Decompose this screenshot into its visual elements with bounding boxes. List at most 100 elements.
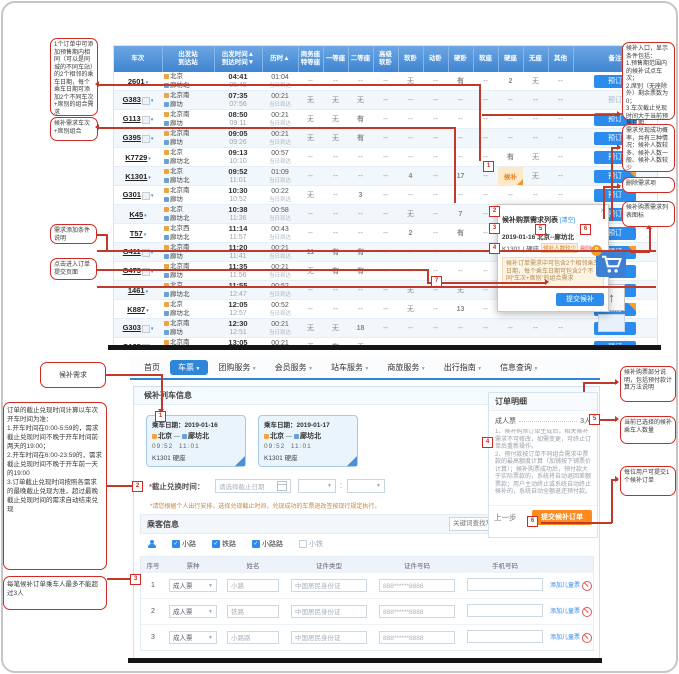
passenger-checkbox-0[interactable]: ✓小路 (172, 539, 196, 549)
deadline-date-input[interactable]: 请选择截止日期 (215, 479, 291, 493)
chevron-down-icon[interactable]: ▾ (148, 156, 151, 162)
remove-passenger-icon[interactable] (582, 581, 592, 591)
arrival-station-icon (164, 121, 169, 126)
nav-item-0[interactable]: 首页 (136, 360, 168, 375)
column-header[interactable]: 出发站 到达站 (162, 46, 214, 72)
passenger-checkbox-3[interactable]: 小铁 (299, 539, 323, 549)
checkbox-checked-icon[interactable]: ✓ (252, 540, 260, 548)
nav-item-2[interactable]: 团购服务 ▼ (210, 360, 264, 375)
chevron-down-icon[interactable]: ▾ (151, 326, 154, 332)
id-number-field[interactable]: 888******8888 (379, 579, 455, 592)
nav-item-7[interactable]: 信息查询 ▼ (492, 360, 546, 375)
ticket-type-select[interactable]: 成人票▼ (169, 605, 217, 618)
train-number-link[interactable]: G411 (123, 247, 141, 256)
train-number-link[interactable]: G303 (123, 323, 141, 332)
calendar-icon[interactable] (277, 481, 287, 491)
seat-cell: 有 (448, 72, 473, 91)
add-child-ticket-link[interactable]: 添加儿童票 (550, 583, 580, 589)
clear-all-link[interactable]: [清空] (560, 218, 575, 224)
column-header[interactable]: 高级 软卧 (373, 46, 398, 72)
remove-passenger-icon[interactable] (582, 633, 592, 643)
chevron-down-icon[interactable]: ▾ (151, 136, 154, 142)
column-header[interactable]: 车次 (114, 46, 162, 72)
waitlist-ticket-card-1[interactable]: 乘车日期：2019-01-16 北京—廊坊北 09:52 11:01 K1301… (146, 415, 246, 467)
column-header[interactable]: 动卧 (423, 46, 448, 72)
name-field[interactable]: 铁路 (227, 605, 279, 618)
column-header[interactable]: 硬座 (498, 46, 523, 72)
id-type-field[interactable]: 中国居民身份证 (291, 631, 367, 644)
nav-item-1[interactable]: 车票 ▼ (170, 360, 208, 375)
id-type-field[interactable]: 中国居民身份证 (291, 605, 367, 618)
arrival-station-icon (164, 140, 169, 145)
nav-item-3[interactable]: 会员服务 ▼ (267, 360, 321, 375)
chevron-down-icon[interactable]: ▾ (148, 175, 151, 181)
train-number-link[interactable]: K7729 (125, 153, 147, 162)
phone-field[interactable] (467, 630, 543, 643)
arrival-time: 10:10 (214, 157, 262, 166)
train-number-link[interactable]: G301 (123, 190, 141, 199)
remove-passenger-icon[interactable] (582, 607, 592, 617)
chevron-down-icon[interactable]: ▾ (144, 213, 147, 219)
waitlist-ticket-card-2[interactable]: 乘车日期：2019-01-17 北京—廊坊北 09:52 11:01 K1301… (258, 415, 358, 467)
column-header[interactable]: 硬卧 (448, 46, 473, 72)
add-child-ticket-link[interactable]: 添加儿童票 (550, 609, 580, 615)
stations-cell: 北京南廊坊 (162, 129, 214, 148)
nav-item-6[interactable]: 出行指南 ▼ (436, 360, 490, 375)
annotation-waitlist-demand: 候补需求 (40, 362, 106, 388)
checkbox-checked-icon[interactable]: ✓ (172, 540, 180, 548)
id-number-field[interactable]: 888******8888 (379, 605, 455, 618)
passenger-checkbox-2[interactable]: ✓小路路 (252, 539, 283, 549)
chevron-down-icon[interactable]: ▾ (144, 232, 147, 238)
train-number-link[interactable]: G113 (123, 114, 141, 123)
nav-item-4[interactable]: 站车服务 ▼ (323, 360, 377, 375)
dotted-leader (519, 421, 577, 422)
column-header[interactable]: 历时▲ (262, 46, 298, 72)
seat-cell: -- (348, 205, 373, 224)
column-header[interactable]: 其他 (548, 46, 573, 72)
train-number-link[interactable]: K45 (129, 210, 143, 219)
deadline-hour-select[interactable]: ▼ (298, 479, 336, 493)
train-number-link[interactable]: T57 (130, 229, 143, 238)
train-number-link[interactable]: G395 (123, 133, 141, 142)
nav-item-5[interactable]: 商旅服务 ▼ (379, 360, 433, 375)
submit-waitlist-button[interactable]: 提交候补 (556, 293, 604, 306)
column-header[interactable]: 出发时间▲ 到达时间▼ (214, 46, 262, 72)
id-number-field[interactable]: 888******8888 (379, 631, 455, 644)
checkbox-unchecked-icon[interactable] (299, 540, 307, 548)
phone-field[interactable] (467, 578, 543, 591)
ticket-type-select[interactable]: 成人票▼ (169, 579, 217, 592)
chevron-down-icon[interactable]: ▾ (151, 98, 154, 104)
chevron-down-icon[interactable]: ▾ (151, 117, 154, 123)
passenger-checkbox-1[interactable]: ✓铁路 (212, 539, 236, 549)
chevron-down-icon[interactable]: ▾ (146, 308, 149, 314)
times-cell: 12:0512:57 (214, 300, 262, 319)
card-to: 廊坊北 (188, 433, 209, 440)
departure-station: 北京南 (170, 92, 190, 99)
column-header[interactable]: 一等座 (323, 46, 348, 72)
train-number-link[interactable]: K1301 (125, 172, 147, 181)
column-header[interactable]: 无座 (523, 46, 548, 72)
back-button[interactable]: 上一步 (494, 512, 517, 523)
column-header[interactable]: 软座 (473, 46, 498, 72)
ticket-type-select[interactable]: 成人票▼ (169, 631, 217, 644)
phone-field[interactable] (467, 604, 543, 617)
name-field[interactable]: 小路 (227, 579, 279, 592)
column-header[interactable]: 商务座 特等座 (298, 46, 323, 72)
seat-cell: 7 (448, 205, 473, 224)
chevron-down-icon[interactable]: ▾ (146, 289, 149, 295)
train-number-link[interactable]: K887 (127, 305, 145, 314)
column-header[interactable]: 软卧 (398, 46, 423, 72)
column-header[interactable]: 二等座 (348, 46, 373, 72)
checkbox-checked-icon[interactable]: ✓ (212, 540, 220, 548)
name-field[interactable]: 小路路 (227, 631, 279, 644)
waitlist-cart-icon[interactable]: 8 (596, 250, 626, 277)
add-child-ticket-link[interactable]: 添加儿童票 (550, 635, 580, 641)
connector-line (99, 84, 480, 86)
waitlist-cell[interactable]: 候补 (498, 167, 523, 186)
chevron-down-icon[interactable]: ▾ (151, 193, 154, 199)
deadline-minute-select[interactable]: ▼ (347, 479, 385, 493)
id-type-field[interactable]: 中国居民身份证 (291, 579, 367, 592)
train-number-link[interactable]: G473 (123, 266, 141, 275)
departure-station-icon (164, 74, 169, 79)
train-number-link[interactable]: G383 (123, 95, 141, 104)
